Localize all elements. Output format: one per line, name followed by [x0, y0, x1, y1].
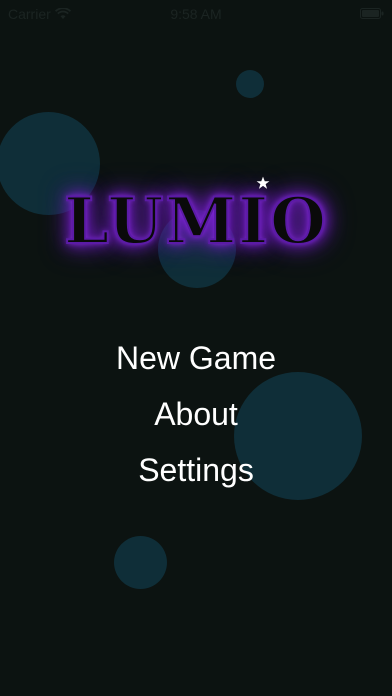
battery-icon — [360, 8, 384, 19]
game-logo: LUMIO — [63, 183, 328, 260]
about-button[interactable]: About — [146, 386, 246, 442]
star-icon — [256, 176, 270, 189]
status-time: 9:58 AM — [170, 6, 222, 22]
main-menu: New Game About Settings — [0, 330, 392, 498]
settings-button[interactable]: Settings — [130, 442, 262, 498]
background-bubble — [236, 70, 264, 98]
new-game-button[interactable]: New Game — [108, 330, 284, 386]
main-menu-screen: Carrier 9:58 AM LUMIO New Game About Set… — [0, 0, 392, 696]
background-bubble — [114, 536, 167, 589]
status-bar: Carrier 9:58 AM — [0, 0, 392, 28]
